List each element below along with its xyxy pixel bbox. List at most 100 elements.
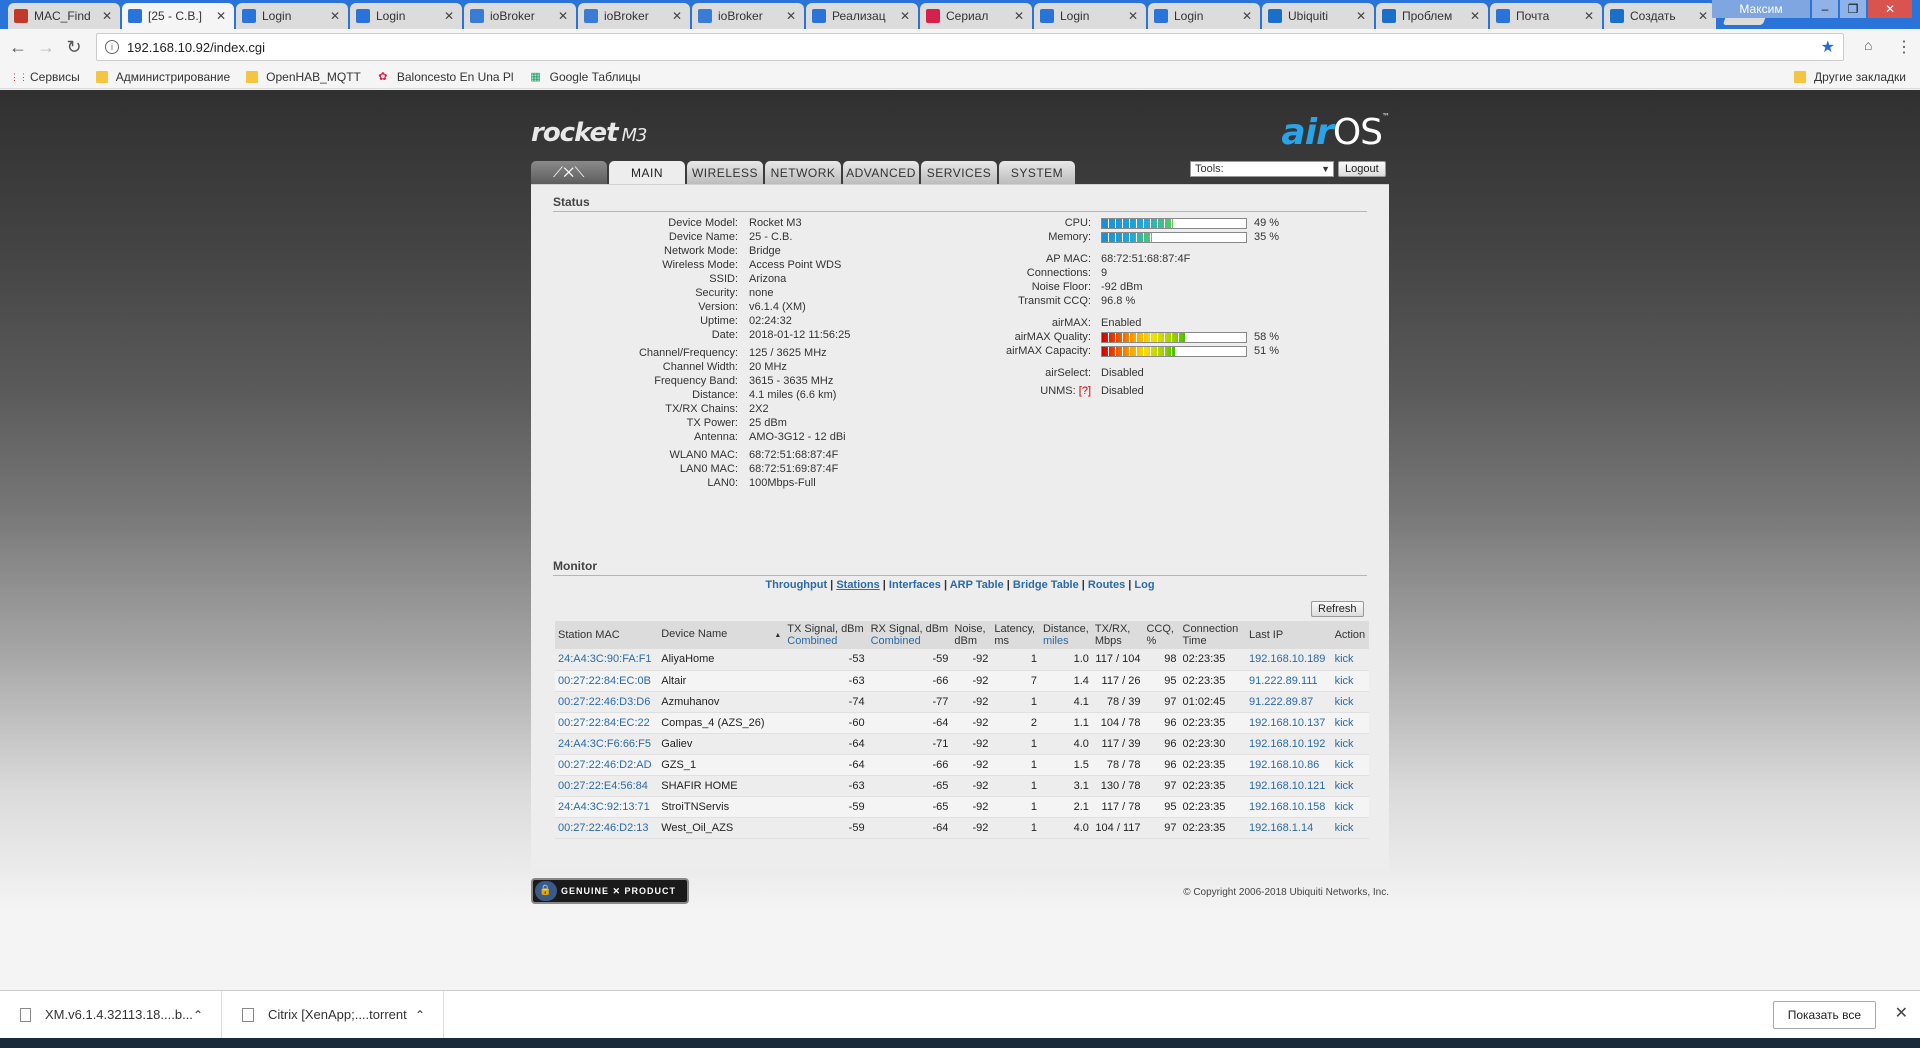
close-tab-icon[interactable]: ✕ bbox=[784, 9, 798, 23]
column-header[interactable]: Device Name ▲ bbox=[658, 621, 785, 649]
browser-tab[interactable]: Login ✕ bbox=[1148, 3, 1260, 29]
close-tab-icon[interactable]: ✕ bbox=[1354, 9, 1368, 23]
last-ip-link[interactable]: 192.168.10.121 bbox=[1245, 775, 1332, 797]
tab-wireless[interactable]: WIRELESS bbox=[687, 161, 763, 184]
download-item[interactable]: XM.v6.1.4.32113.18....b... ⌃ bbox=[0, 990, 222, 1039]
browser-tab[interactable]: Сериал ✕ bbox=[920, 3, 1032, 29]
chevron-up-icon[interactable]: ⌃ bbox=[415, 1008, 425, 1022]
close-tab-icon[interactable]: ✕ bbox=[442, 9, 456, 23]
monitor-link-bridge-table[interactable]: Bridge Table bbox=[1013, 579, 1079, 591]
tools-select[interactable]: Tools: ▼ bbox=[1190, 161, 1334, 177]
tab-network[interactable]: NETWORK bbox=[765, 161, 841, 184]
browser-tab[interactable]: Login ✕ bbox=[350, 3, 462, 29]
kick-link[interactable]: kick bbox=[1331, 817, 1369, 839]
browser-tab[interactable]: ioBroker ✕ bbox=[464, 3, 576, 29]
bookmark-item[interactable]: OpenHAB_MQTT bbox=[246, 70, 361, 84]
column-header[interactable]: TX Signal, dBm Combined bbox=[784, 621, 868, 649]
tab-main[interactable]: MAIN bbox=[609, 161, 685, 184]
close-tab-icon[interactable]: ✕ bbox=[670, 9, 684, 23]
station-mac-link[interactable]: 00:27:22:84:EC:22 bbox=[555, 712, 659, 734]
column-header[interactable]: Connection Time bbox=[1179, 621, 1246, 649]
station-mac-link[interactable]: 00:27:22:46:D2:AD bbox=[555, 754, 659, 776]
station-mac-link[interactable]: 24:A4:3C:90:FA:F1 bbox=[555, 649, 659, 671]
close-tab-icon[interactable]: ✕ bbox=[1582, 9, 1596, 23]
kick-link[interactable]: kick bbox=[1331, 670, 1369, 692]
column-header[interactable]: Noise, dBm bbox=[951, 621, 992, 649]
close-downloads-icon[interactable]: ✕ bbox=[1895, 1003, 1908, 1023]
browser-tab[interactable]: Ubiquiti ✕ bbox=[1262, 3, 1374, 29]
other-bookmarks[interactable]: Другие закладки bbox=[1794, 70, 1906, 84]
kick-link[interactable]: kick bbox=[1331, 691, 1369, 713]
monitor-link-interfaces[interactable]: Interfaces bbox=[889, 579, 941, 591]
browser-menu-icon[interactable]: ⋮ bbox=[1896, 37, 1912, 57]
chevron-up-icon[interactable]: ⌃ bbox=[193, 1008, 203, 1022]
bookmark-item[interactable]: ✿ Baloncesto En Una Pl bbox=[377, 70, 513, 84]
browser-tab[interactable]: Реализац ✕ bbox=[806, 3, 918, 29]
close-tab-icon[interactable]: ✕ bbox=[898, 9, 912, 23]
window-close-button[interactable]: ✕ bbox=[1868, 0, 1912, 18]
station-mac-link[interactable]: 00:27:22:46:D3:D6 bbox=[555, 691, 659, 713]
column-header[interactable]: Distance, miles bbox=[1039, 621, 1092, 649]
kick-link[interactable]: kick bbox=[1331, 754, 1369, 776]
browser-tab[interactable]: Создать ✕ bbox=[1604, 3, 1716, 29]
ubnt-logo-tab[interactable]: ⟋✕⟍ bbox=[531, 161, 607, 184]
site-info-icon[interactable]: i bbox=[105, 40, 119, 54]
browser-tab[interactable]: Login ✕ bbox=[236, 3, 348, 29]
last-ip-link[interactable]: 192.168.10.86 bbox=[1245, 754, 1332, 776]
minimize-button[interactable]: – bbox=[1812, 0, 1838, 18]
window-user-badge[interactable]: Максим bbox=[1712, 0, 1810, 18]
close-tab-icon[interactable]: ✕ bbox=[556, 9, 570, 23]
column-header[interactable]: TX/RX, Mbps bbox=[1091, 621, 1144, 649]
column-header[interactable]: Action bbox=[1331, 621, 1369, 649]
close-tab-icon[interactable]: ✕ bbox=[1012, 9, 1026, 23]
tab-system[interactable]: SYSTEM bbox=[999, 161, 1075, 184]
column-header[interactable]: RX Signal, dBm Combined bbox=[867, 621, 952, 649]
monitor-link-arp-table[interactable]: ARP Table bbox=[950, 579, 1004, 591]
last-ip-link[interactable]: 192.168.10.189 bbox=[1245, 649, 1332, 671]
close-tab-icon[interactable]: ✕ bbox=[1240, 9, 1254, 23]
refresh-button[interactable]: Refresh bbox=[1311, 601, 1364, 617]
station-mac-link[interactable]: 00:27:22:84:EC:0B bbox=[555, 670, 659, 692]
last-ip-link[interactable]: 91.222.89.87 bbox=[1245, 691, 1332, 713]
station-mac-link[interactable]: 24:A4:3C:92:13:71 bbox=[555, 796, 659, 818]
last-ip-link[interactable]: 192.168.10.158 bbox=[1245, 796, 1332, 818]
browser-tab[interactable]: ioBroker ✕ bbox=[692, 3, 804, 29]
column-header[interactable]: Latency, ms bbox=[991, 621, 1040, 649]
kick-link[interactable]: kick bbox=[1331, 796, 1369, 818]
column-header[interactable]: Last IP bbox=[1245, 621, 1332, 649]
browser-tab[interactable]: MAC_Find ✕ bbox=[8, 3, 120, 29]
kick-link[interactable]: kick bbox=[1331, 649, 1369, 671]
extension-icon[interactable]: ⌂ bbox=[1864, 37, 1886, 57]
column-header[interactable]: Station MAC bbox=[555, 621, 659, 649]
close-tab-icon[interactable]: ✕ bbox=[1468, 9, 1482, 23]
logout-button[interactable]: Logout bbox=[1338, 161, 1386, 177]
last-ip-link[interactable]: 192.168.10.137 bbox=[1245, 712, 1332, 734]
station-mac-link[interactable]: 24:A4:3C:F6:66:F5 bbox=[555, 733, 659, 755]
address-bar[interactable]: i 192.168.10.92/index.cgi ★ bbox=[96, 33, 1844, 61]
maximize-button[interactable]: ❐ bbox=[1840, 0, 1866, 18]
forward-icon[interactable]: → bbox=[32, 37, 60, 58]
bookmark-item[interactable]: Администрирование bbox=[95, 70, 230, 84]
browser-tab[interactable]: [25 - C.B.] ✕ bbox=[122, 3, 234, 29]
kick-link[interactable]: kick bbox=[1331, 775, 1369, 797]
browser-tab[interactable]: ioBroker ✕ bbox=[578, 3, 690, 29]
monitor-link-routes[interactable]: Routes bbox=[1088, 579, 1125, 591]
last-ip-link[interactable]: 192.168.1.14 bbox=[1245, 817, 1332, 839]
station-mac-link[interactable]: 00:27:22:46:D2:13 bbox=[555, 817, 659, 839]
close-tab-icon[interactable]: ✕ bbox=[1696, 9, 1710, 23]
unms-help-link[interactable]: [?] bbox=[1079, 385, 1091, 397]
close-tab-icon[interactable]: ✕ bbox=[214, 9, 228, 23]
monitor-link-log[interactable]: Log bbox=[1134, 579, 1154, 591]
tab-services[interactable]: SERVICES bbox=[921, 161, 997, 184]
download-item[interactable]: Citrix [XenApp;....torrent ⌃ bbox=[222, 990, 444, 1039]
show-all-downloads-button[interactable]: Показать все bbox=[1772, 1001, 1876, 1029]
browser-tab[interactable]: Проблем ✕ bbox=[1376, 3, 1488, 29]
browser-tab[interactable]: Login ✕ bbox=[1034, 3, 1146, 29]
bookmark-item[interactable]: ▦ Google Таблицы bbox=[530, 70, 640, 84]
station-mac-link[interactable]: 00:27:22:E4:56:84 bbox=[555, 775, 659, 797]
close-tab-icon[interactable]: ✕ bbox=[328, 9, 342, 23]
kick-link[interactable]: kick bbox=[1331, 733, 1369, 755]
last-ip-link[interactable]: 192.168.10.192 bbox=[1245, 733, 1332, 755]
monitor-link-throughput[interactable]: Throughput bbox=[765, 579, 827, 591]
browser-tab[interactable]: Почта ✕ bbox=[1490, 3, 1602, 29]
